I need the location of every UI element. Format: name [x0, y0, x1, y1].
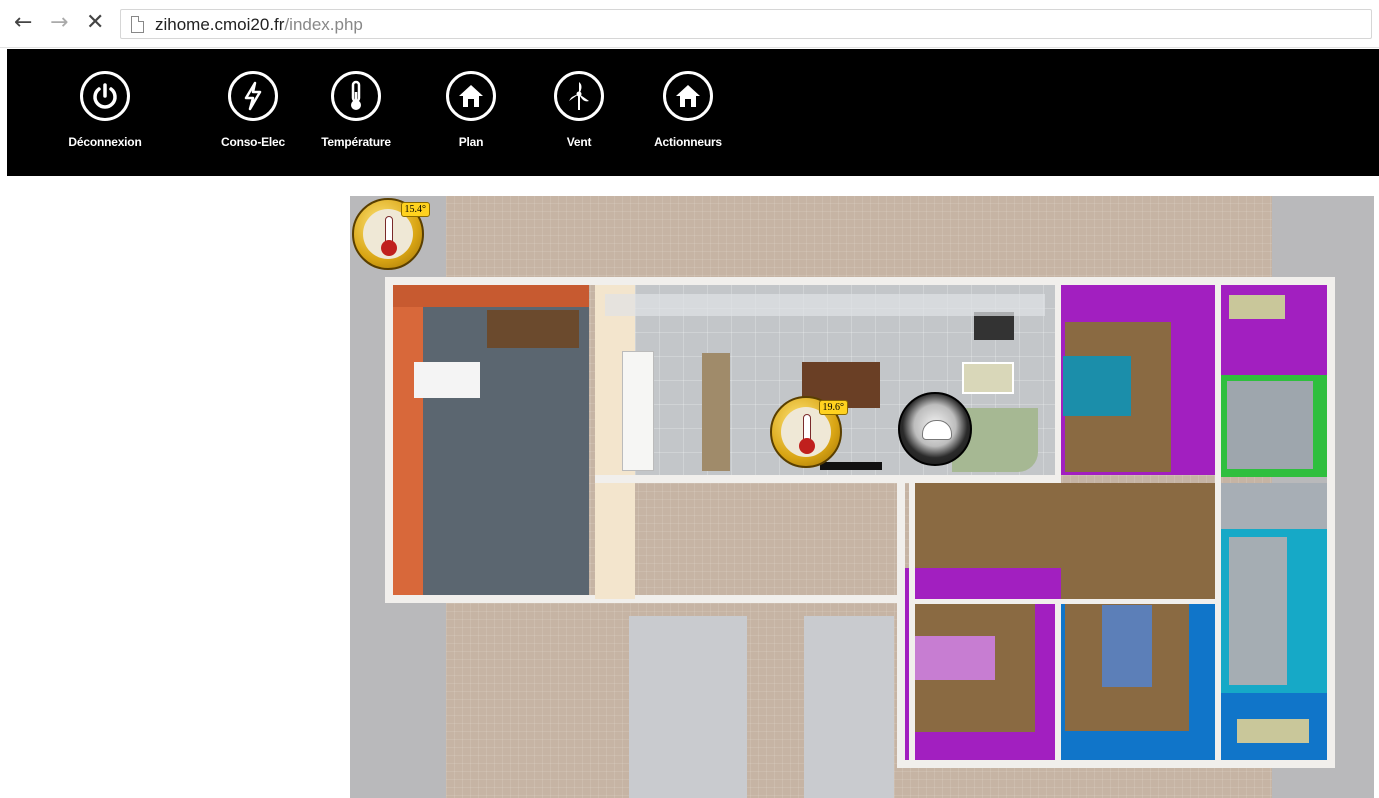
home-icon — [446, 71, 496, 121]
stop-icon[interactable]: ✕ — [86, 10, 104, 36]
thermometer-bulb — [381, 240, 397, 256]
menu-item-deconnexion[interactable]: Déconnexion — [50, 71, 160, 149]
bedroom-1-bed — [1063, 356, 1131, 416]
lightning-icon — [228, 71, 278, 121]
browser-toolbar: ← → ✕ zihome.cmoi20.fr/index.php — [0, 0, 1379, 48]
menu-item-temperature[interactable]: Température — [301, 71, 411, 149]
sensor-value: 19.6° — [818, 400, 848, 415]
menu-item-actionneurs[interactable]: Actionneurs — [633, 71, 743, 149]
menu-item-conso-elec[interactable]: Conso-Elec — [198, 71, 308, 149]
living-windows — [605, 294, 1045, 316]
thermometer-icon — [331, 71, 381, 121]
camera-icon[interactable] — [898, 392, 972, 466]
room-wc[interactable] — [1221, 483, 1327, 529]
temperature-sensor-outside[interactable]: 15.4° — [352, 198, 430, 270]
outer-wall-right — [1327, 277, 1335, 768]
bathroom-blue-floor — [1229, 537, 1287, 685]
menu-label: Déconnexion — [68, 135, 142, 149]
sensor-value: 15.4° — [400, 202, 430, 217]
menu-label: Actionneurs — [654, 135, 722, 149]
outer-wall-left — [385, 277, 393, 603]
back-arrow-icon[interactable]: ← — [14, 10, 32, 36]
menu-label: Plan — [458, 135, 484, 149]
url-path: /index.php — [284, 15, 363, 34]
driveway-right — [804, 616, 894, 798]
outer-wall-bottom — [897, 760, 1329, 768]
temperature-sensor-living[interactable]: 19.6° — [770, 396, 848, 468]
address-bar[interactable]: zihome.cmoi20.fr/index.php — [120, 9, 1372, 39]
floor-plan: 15.4° 19.6° — [350, 196, 1374, 798]
coffee-table — [962, 362, 1014, 394]
wall-bedroom-divider — [1055, 599, 1061, 760]
driveway-left — [629, 616, 747, 798]
wall-corridor-left — [909, 475, 915, 760]
outer-wall-top — [385, 277, 1335, 285]
storage-shelf — [1229, 295, 1285, 319]
armchair — [974, 312, 1014, 340]
garage-workbench — [487, 310, 579, 348]
wall-corridor-bottom — [909, 599, 1221, 604]
garage-brick-wall-top — [393, 285, 589, 307]
home-icon — [663, 71, 713, 121]
menu-item-plan[interactable]: Plan — [416, 71, 526, 149]
page-icon — [131, 16, 144, 33]
bathroom-green-floor — [1227, 381, 1313, 469]
kitchen-cabinets — [622, 351, 654, 471]
living-wall-bottom — [595, 475, 1055, 483]
bedroom-2-bed — [909, 636, 995, 680]
garage-brick-wall — [393, 285, 423, 595]
menu-label: Conso-Elec — [220, 135, 285, 149]
menu-item-vent[interactable]: Vent — [524, 71, 634, 149]
url-host: zihome.cmoi20.fr — [155, 15, 285, 34]
thermometer-bulb — [799, 438, 815, 454]
power-icon — [80, 71, 130, 121]
storage-blue-shelf — [1237, 719, 1309, 743]
outer-wall-bottom-left — [385, 595, 899, 603]
tv-stand — [820, 462, 882, 470]
app-menu-bar: Déconnexion Conso-Elec Température Plan … — [7, 49, 1379, 176]
wall-right-block — [1215, 285, 1221, 760]
outer-wall-mid — [897, 478, 905, 768]
garage-appliance — [414, 362, 480, 398]
forward-arrow-icon[interactable]: → — [50, 10, 68, 36]
url-text[interactable]: zihome.cmoi20.fr/index.php — [155, 15, 363, 35]
menu-label: Température — [321, 135, 391, 149]
bedroom-3-bed — [1102, 605, 1152, 687]
wind-turbine-icon — [554, 71, 604, 121]
menu-label: Vent — [566, 135, 592, 149]
kitchen-island — [702, 353, 730, 471]
